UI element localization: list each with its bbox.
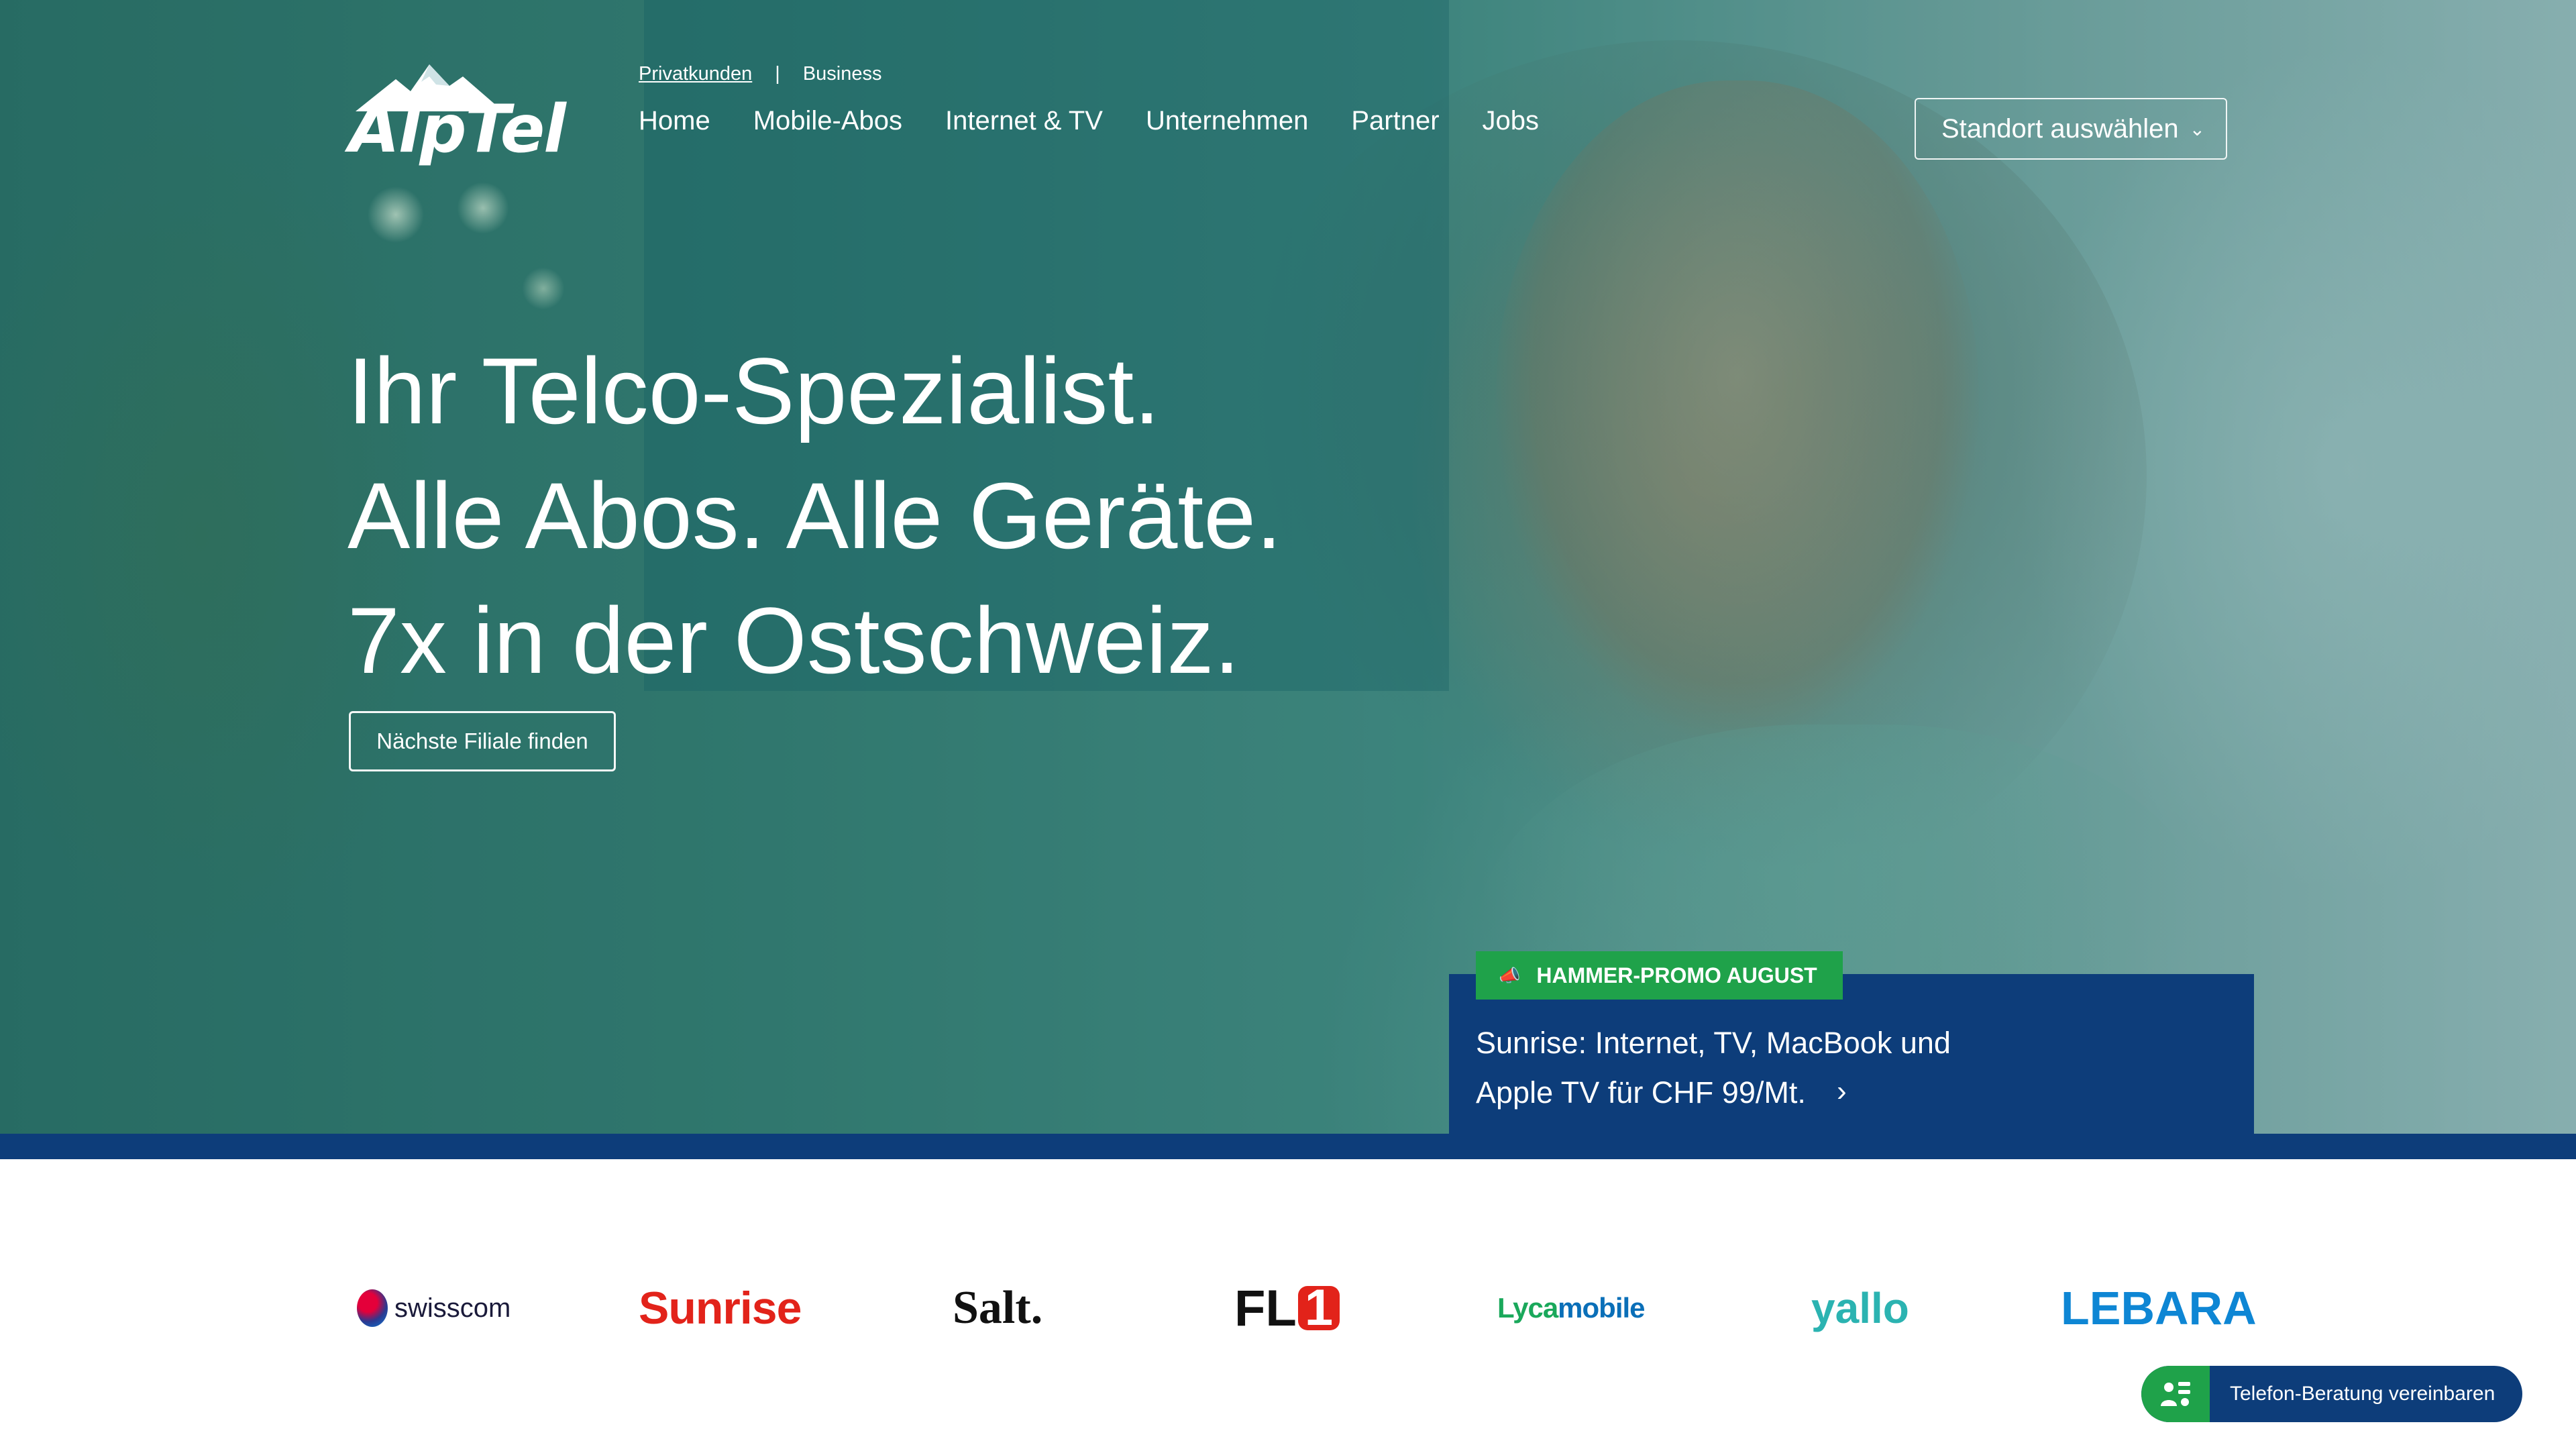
yallo-logo[interactable]: yallo — [1811, 1275, 1909, 1342]
chevron-down-icon: ⌄ — [2189, 118, 2206, 140]
fl1-wordmark: FL — [1234, 1279, 1297, 1337]
lebara-logo[interactable]: LEBARA — [2061, 1275, 2257, 1342]
phone-consultation-label: Telefon-Beratung vereinbaren — [2230, 1383, 2496, 1405]
hero-bottom-bar — [0, 1134, 2576, 1159]
location-select-label: Standort auswählen — [1941, 113, 2179, 144]
promo-text-line-2: Apple TV für CHF 99/Mt. — [1476, 1075, 1806, 1110]
nav-mobile-abos[interactable]: Mobile-Abos — [753, 106, 902, 136]
logo-wordmark: AlpTel — [349, 91, 566, 168]
promo-badge-label: HAMMER-PROMO AUGUST — [1536, 963, 1817, 987]
mobile-wordmark: mobile — [1558, 1292, 1645, 1324]
fl1-number: 1 — [1297, 1283, 1340, 1334]
alptel-logo[interactable]: AlpTel — [349, 59, 566, 162]
sunrise-logo[interactable]: Sunrise — [639, 1275, 802, 1342]
privatkunden-link[interactable]: Privatkunden — [639, 63, 752, 85]
salt-logo[interactable]: Salt. — [953, 1275, 1042, 1342]
swisscom-mark-icon — [357, 1289, 388, 1327]
consultation-icon — [2141, 1366, 2210, 1422]
hero-headline-line-2: Alle Abos. Alle Geräte. — [347, 463, 1283, 568]
nav-unternehmen[interactable]: Unternehmen — [1146, 106, 1308, 136]
nav-home[interactable]: Home — [639, 106, 710, 136]
fl1-logo[interactable]: FL 1 — [1234, 1275, 1340, 1342]
promo-text[interactable]: Sunrise: Internet, TV, MacBook und Apple… — [1476, 1018, 1951, 1118]
promo-text-line-1: Sunrise: Internet, TV, MacBook und — [1476, 1026, 1951, 1060]
lycamobile-logo[interactable]: Lyca mobile — [1497, 1275, 1646, 1342]
chevron-right-icon[interactable]: › — [1837, 1075, 1847, 1108]
find-branch-button[interactable]: Nächste Filiale finden — [349, 711, 616, 771]
promo-badge: 📣 HAMMER-PROMO AUGUST — [1476, 951, 1843, 1000]
swisscom-wordmark: swisscom — [394, 1293, 511, 1323]
business-link[interactable]: Business — [803, 63, 882, 85]
phone-consultation-button[interactable]: Telefon-Beratung vereinbaren — [2141, 1366, 2522, 1422]
swisscom-logo[interactable]: swisscom — [357, 1275, 511, 1342]
hero-headline: Ihr Telco-Spezialist. Alle Abos. Alle Ge… — [347, 329, 1282, 703]
audience-switch: Privatkunden | Business — [639, 63, 882, 85]
nav-partner[interactable]: Partner — [1351, 106, 1439, 136]
hero-headline-line-3: 7x in der Ostschweiz. — [347, 588, 1240, 693]
partner-logos: swisscom Sunrise Salt. FL 1 Lyca mobile ya… — [0, 1275, 2576, 1342]
hero-headline-line-1: Ihr Telco-Spezialist. — [347, 338, 1161, 443]
nav-jobs[interactable]: Jobs — [1483, 106, 1540, 136]
nav-internet-tv[interactable]: Internet & TV — [945, 106, 1103, 136]
location-select[interactable]: Standort auswählen ⌄ — [1915, 98, 2227, 160]
audience-separator: | — [775, 63, 780, 85]
lyca-wordmark: Lyca — [1497, 1292, 1558, 1324]
main-nav: Home Mobile-Abos Internet & TV Unternehm… — [639, 106, 1582, 136]
megaphone-icon: 📣 — [1499, 965, 1521, 985]
